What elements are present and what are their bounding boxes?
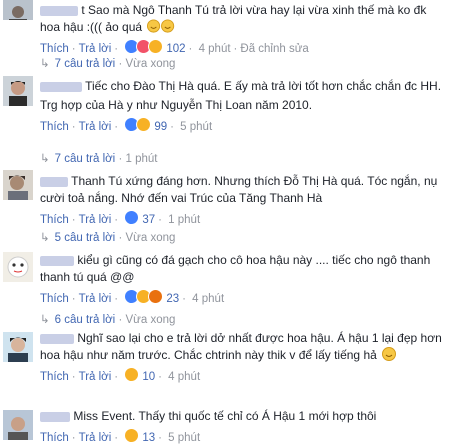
reply-link[interactable]: Trả lời bbox=[79, 121, 112, 133]
reactions[interactable]: 99 bbox=[124, 117, 167, 133]
edited-label[interactable]: Đã chỉnh sửa bbox=[240, 43, 308, 55]
reply-link[interactable]: Trả lời bbox=[79, 214, 112, 226]
reactions[interactable]: 102 bbox=[124, 39, 186, 55]
smile-emoji-icon bbox=[147, 19, 175, 33]
comment-text: Tiếc cho Đào Thị Hà quá. E ấy mà trả lời… bbox=[40, 78, 444, 95]
comment-text: Miss Event. Thấy thi quốc tế chỉ có Á Hậ… bbox=[40, 408, 444, 425]
comment-text: Thanh Tú xứng đáng hơn. Nhưng thích Đỗ T… bbox=[40, 174, 438, 205]
timestamp[interactable]: 5 phút bbox=[180, 121, 212, 133]
reply-arrow-icon: ↳ bbox=[40, 153, 50, 165]
timestamp[interactable]: 1 phút bbox=[168, 214, 200, 226]
reply-arrow-icon: ↳ bbox=[40, 58, 50, 70]
reactions[interactable]: 23 bbox=[124, 289, 179, 305]
haha-reaction-icon bbox=[148, 39, 164, 54]
comment-actions: Thích · Trả lời · 10 · 4 phút bbox=[40, 367, 444, 385]
reply-link[interactable]: Trả lời bbox=[79, 43, 112, 55]
comment-text: Nghĩ sao lại cho e trả lời dở nhất được … bbox=[40, 331, 442, 362]
comment-actions: Thích · Trả lời · 102 · 4 phút · Đã chỉnh sửa bbox=[40, 39, 444, 57]
avatar[interactable] bbox=[3, 76, 33, 106]
view-replies-link[interactable]: ↳ 5 câu trả lời · Vừa xong bbox=[40, 230, 175, 244]
comment-text-line: Trg hợp của Hà y như Nguyễn Thị Loan năm… bbox=[40, 98, 313, 112]
timestamp[interactable]: 4 phút bbox=[192, 293, 224, 305]
reply-arrow-icon: ↳ bbox=[40, 232, 50, 244]
smile-emoji-icon bbox=[382, 347, 398, 361]
like-link[interactable]: Thích bbox=[40, 43, 69, 55]
angry-reaction-icon bbox=[148, 289, 164, 304]
avatar[interactable] bbox=[3, 332, 33, 362]
timestamp[interactable]: 4 phút bbox=[168, 371, 200, 383]
like-link[interactable]: Thích bbox=[40, 121, 69, 133]
reply-link[interactable]: Trả lời bbox=[79, 293, 112, 305]
like-reaction-icon bbox=[124, 210, 140, 225]
view-replies-link[interactable]: ↳ 6 câu trả lời · Vừa xong bbox=[40, 312, 175, 326]
like-link[interactable]: Thích bbox=[40, 432, 69, 444]
reply-link[interactable]: Trả lời bbox=[79, 371, 112, 383]
avatar[interactable] bbox=[3, 0, 33, 20]
like-link[interactable]: Thích bbox=[40, 371, 69, 383]
avatar[interactable] bbox=[3, 410, 33, 440]
haha-reaction-icon bbox=[124, 428, 140, 443]
timestamp[interactable]: 5 phút bbox=[168, 432, 200, 444]
avatar[interactable] bbox=[3, 252, 33, 282]
comment-actions: Thích · Trả lời · 13 · 5 phút bbox=[40, 428, 444, 446]
like-link[interactable]: Thích bbox=[40, 293, 69, 305]
reply-arrow-icon: ↳ bbox=[40, 314, 50, 326]
reactions[interactable]: 13 bbox=[124, 428, 155, 444]
comment-text: kiểu gì cũng có đá gạch cho cô hoa hậu n… bbox=[40, 253, 431, 284]
view-replies-link[interactable]: ↳ 7 câu trả lời · 1 phút bbox=[40, 151, 157, 165]
comment-actions: Thích · Trả lời · 99 · 5 phút bbox=[40, 117, 444, 135]
timestamp[interactable]: 4 phút bbox=[199, 43, 231, 55]
comment-actions: Thích · Trả lời · 37 · 1 phút bbox=[40, 210, 444, 228]
avatar[interactable] bbox=[3, 170, 33, 200]
comment-actions: Thích · Trả lời · 23 · 4 phút bbox=[40, 289, 444, 307]
reactions[interactable]: 10 bbox=[124, 367, 155, 383]
comment-text: t Sao mà Ngô Thanh Tú trả lời vừa hay lạ… bbox=[40, 3, 427, 34]
haha-reaction-icon bbox=[136, 117, 152, 132]
reactions[interactable]: 37 bbox=[124, 210, 155, 226]
haha-reaction-icon bbox=[124, 367, 140, 382]
view-replies-link[interactable]: ↳ 7 câu trả lời · Vừa xong bbox=[40, 56, 175, 70]
like-link[interactable]: Thích bbox=[40, 214, 69, 226]
reply-link[interactable]: Trả lời bbox=[79, 432, 112, 444]
